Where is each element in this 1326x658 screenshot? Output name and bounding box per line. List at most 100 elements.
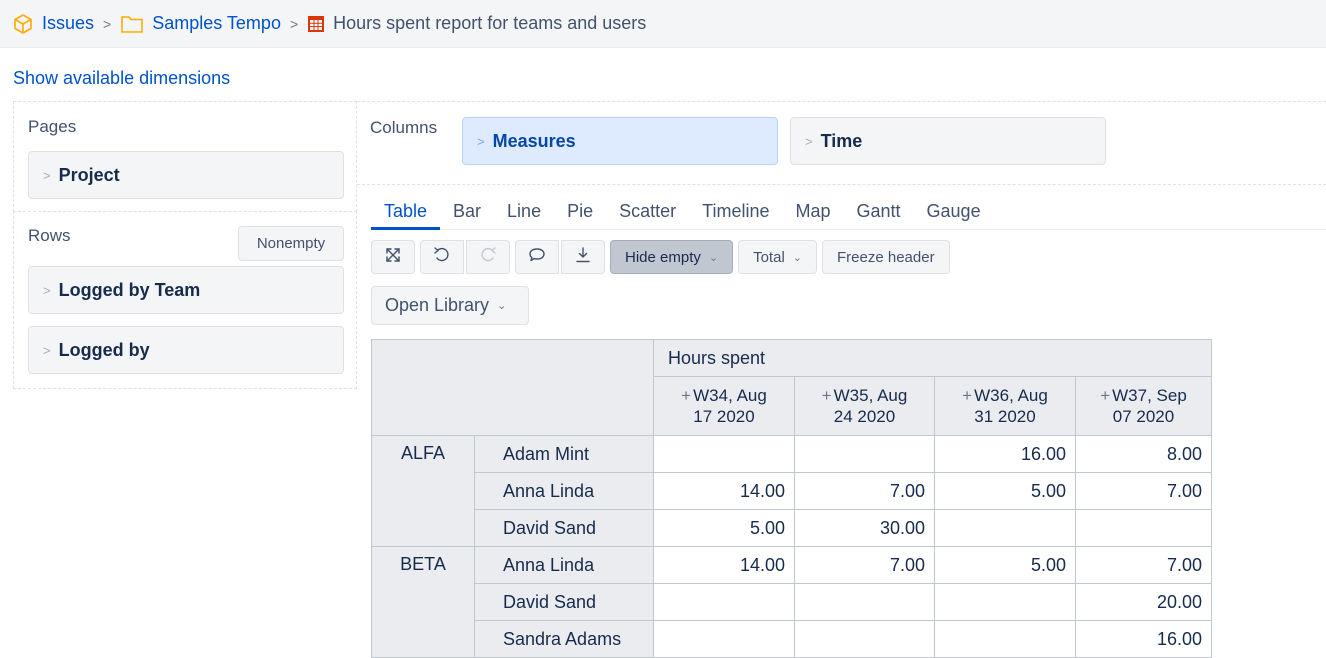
value-cell: 30.00 <box>794 509 935 547</box>
user-cell[interactable]: Adam Mint <box>474 435 654 473</box>
comment-button[interactable] <box>515 240 559 274</box>
undo-redo-group <box>420 240 510 274</box>
dimension-label: Time <box>820 130 863 151</box>
total-dropdown[interactable]: Total ⌄ <box>738 240 817 274</box>
tab-scatter[interactable]: Scatter <box>606 198 689 230</box>
rows-section: Rows Nonempty > Logged by Team > Logged … <box>13 211 357 389</box>
value-cell <box>794 435 935 473</box>
column-header-line2: 17 2020 <box>693 407 755 426</box>
nonempty-button[interactable]: Nonempty <box>238 226 344 261</box>
user-cell[interactable]: Anna Linda <box>474 472 654 510</box>
team-cell-beta[interactable]: BETA <box>371 546 475 658</box>
breadcrumb-report-label: Hours spent report for teams and users <box>333 13 647 33</box>
table-row: ALFA Adam Mint 16.00 8.00 <box>371 435 1212 547</box>
rows-dimension-logged-by[interactable]: > Logged by <box>28 326 344 374</box>
value-cell: 16.00 <box>1075 620 1212 658</box>
value-cell: 7.00 <box>794 546 935 584</box>
breadcrumb-report: Hours spent report for teams and users <box>307 13 646 34</box>
value-cell <box>653 583 795 621</box>
value-cell: 16.00 <box>934 435 1076 473</box>
user-cell[interactable]: David Sand <box>474 583 654 621</box>
open-library-dropdown[interactable]: Open Library ⌄ <box>371 286 529 325</box>
expand-icon <box>384 246 402 268</box>
chevron-right-icon: > <box>43 282 51 298</box>
column-header-w34[interactable]: + W34, Aug 17 2020 <box>653 376 795 436</box>
expand-plus-icon[interactable]: + <box>962 386 972 405</box>
dimension-label: Logged by Team <box>58 279 201 300</box>
expand-plus-icon[interactable]: + <box>1100 386 1110 405</box>
user-cell[interactable]: David Sand <box>474 509 654 547</box>
chevron-right-icon: > <box>43 167 51 183</box>
dimension-label: Measures <box>492 130 576 151</box>
column-header-w35[interactable]: + W35, Aug 24 2020 <box>794 376 935 436</box>
folder-icon <box>120 14 144 34</box>
freeze-header-button[interactable]: Freeze header <box>822 240 950 274</box>
columns-section: Columns > Measures > Time <box>357 101 1326 185</box>
hide-empty-dropdown[interactable]: Hide empty ⌄ <box>610 240 734 274</box>
redo-button[interactable] <box>466 240 510 274</box>
breadcrumb-project-label[interactable]: Samples Tempo <box>152 13 281 34</box>
table-corner <box>371 339 654 436</box>
breadcrumb-issues[interactable]: Issues <box>12 13 94 35</box>
column-header-line2: 24 2020 <box>833 407 896 426</box>
tab-bar[interactable]: Bar <box>440 198 494 230</box>
value-cell: 5.00 <box>934 546 1076 584</box>
column-header-w36[interactable]: + W36, Aug 31 2020 <box>934 376 1076 436</box>
chevron-down-icon: ⌄ <box>497 300 507 312</box>
show-dimensions-link[interactable]: Show available dimensions <box>13 68 230 89</box>
value-cell: 7.00 <box>1075 472 1212 510</box>
chevron-down-icon: ⌄ <box>708 251 719 264</box>
breadcrumb-separator: > <box>289 15 299 32</box>
value-cell: 20.00 <box>1075 583 1212 621</box>
value-cell <box>934 583 1076 621</box>
tab-pie[interactable]: Pie <box>554 198 606 230</box>
value-cell <box>794 620 935 658</box>
rows-dimension-logged-by-team[interactable]: > Logged by Team <box>28 266 344 314</box>
columns-title: Columns <box>370 118 438 137</box>
table-report-icon <box>307 15 325 33</box>
tab-line[interactable]: Line <box>494 198 554 230</box>
pages-dimension-project[interactable]: > Project <box>28 151 344 199</box>
value-cell: 7.00 <box>1075 546 1212 584</box>
undo-icon <box>433 246 451 268</box>
expand-plus-icon[interactable]: + <box>822 386 832 405</box>
tab-timeline[interactable]: Timeline <box>689 198 782 230</box>
value-cell <box>794 583 935 621</box>
cube-icon <box>12 13 34 35</box>
value-cell <box>653 435 795 473</box>
export-button[interactable] <box>561 240 605 274</box>
value-cell: 14.00 <box>653 546 795 584</box>
user-cell[interactable]: Anna Linda <box>474 546 654 584</box>
tab-gauge[interactable]: Gauge <box>914 198 994 230</box>
value-cell: 5.00 <box>653 509 795 547</box>
chevron-right-icon: > <box>43 342 51 358</box>
rows-title: Rows <box>28 226 71 245</box>
comment-export-group <box>515 240 605 274</box>
tab-map[interactable]: Map <box>782 198 843 230</box>
columns-dimension-time[interactable]: > Time <box>790 117 1106 165</box>
columns-dimension-measures[interactable]: > Measures <box>462 117 778 165</box>
column-header-w37[interactable]: + W37, Sep 07 2020 <box>1075 376 1212 436</box>
breadcrumb-project[interactable]: Samples Tempo <box>120 13 281 34</box>
chevron-right-icon: > <box>477 133 485 149</box>
team-cell-alfa[interactable]: ALFA <box>371 435 475 547</box>
dimension-label: Project <box>58 164 120 185</box>
measure-header: Hours spent <box>653 339 1212 377</box>
column-header-line1: W37, Sep <box>1112 386 1187 405</box>
chevron-right-icon: > <box>805 133 813 149</box>
value-cell: 7.00 <box>794 472 935 510</box>
breadcrumb-issues-label[interactable]: Issues <box>42 13 94 34</box>
report-table: Hours spent + W34, Aug 17 2020 + W35, Aug … <box>371 339 1212 658</box>
fullscreen-button[interactable] <box>371 240 415 274</box>
tab-table[interactable]: Table <box>371 198 441 230</box>
column-header-line1: W35, Aug <box>833 386 908 405</box>
value-cell: 14.00 <box>653 472 795 510</box>
dimension-label: Logged by <box>58 339 150 360</box>
undo-button[interactable] <box>420 240 464 274</box>
user-cell[interactable]: Sandra Adams <box>474 620 654 658</box>
expand-plus-icon[interactable]: + <box>681 386 691 405</box>
tab-gantt[interactable]: Gantt <box>844 198 914 230</box>
table-header-row: Hours spent <box>371 339 1212 436</box>
table-row: Sandra Adams 16.00 <box>372 620 1212 658</box>
value-cell: 5.00 <box>934 472 1076 510</box>
